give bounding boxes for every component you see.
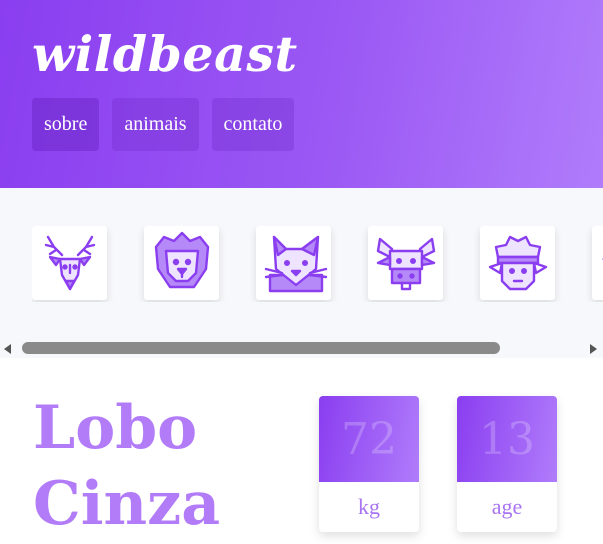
animal-carousel — [0, 188, 603, 358]
animal-title-line-2: Cinza — [33, 469, 221, 539]
stat-value-panel: 72 — [319, 396, 419, 482]
animal-card-lion[interactable] — [144, 226, 219, 300]
site-header: wildbeast sobre animais contato — [0, 0, 603, 188]
stat-value: 13 — [479, 413, 535, 465]
stat-card-weight: 72 kg — [319, 396, 419, 532]
animal-title: Lobo Cinza — [33, 390, 220, 542]
animal-title-line-1: Lobo — [33, 393, 198, 463]
stat-label: age — [491, 494, 523, 519]
stat-value: 72 — [341, 413, 397, 465]
deer-icon — [44, 235, 95, 291]
animal-next-icon — [601, 257, 603, 261]
stat-label: kg — [358, 494, 380, 519]
scrollbar-thumb[interactable] — [22, 342, 500, 354]
nav-sobre-button[interactable]: sobre — [32, 98, 100, 151]
main-nav: sobre animais contato — [32, 98, 295, 151]
sheep-icon — [488, 235, 547, 291]
scroll-left-arrow-icon[interactable] — [4, 344, 11, 354]
nav-contato-button[interactable]: contato — [211, 98, 295, 151]
lion-icon — [154, 231, 209, 289]
animal-card-next[interactable] — [592, 226, 603, 300]
stat-card-age: 13 age — [457, 396, 557, 532]
carousel-scrollbar[interactable] — [0, 340, 603, 356]
animal-list[interactable] — [32, 226, 603, 302]
stat-value-panel: 13 — [457, 396, 557, 482]
animal-card-sheep[interactable] — [480, 226, 555, 300]
nav-animais-button[interactable]: animais — [112, 98, 199, 151]
brand-logo[interactable]: wildbeast — [32, 24, 298, 84]
cat-icon — [264, 235, 327, 293]
animal-card-cat[interactable] — [256, 226, 331, 300]
animal-card-bull[interactable] — [368, 226, 443, 300]
animal-card-deer[interactable] — [32, 226, 107, 300]
scroll-right-arrow-icon[interactable] — [590, 344, 597, 354]
bull-icon — [376, 237, 435, 291]
